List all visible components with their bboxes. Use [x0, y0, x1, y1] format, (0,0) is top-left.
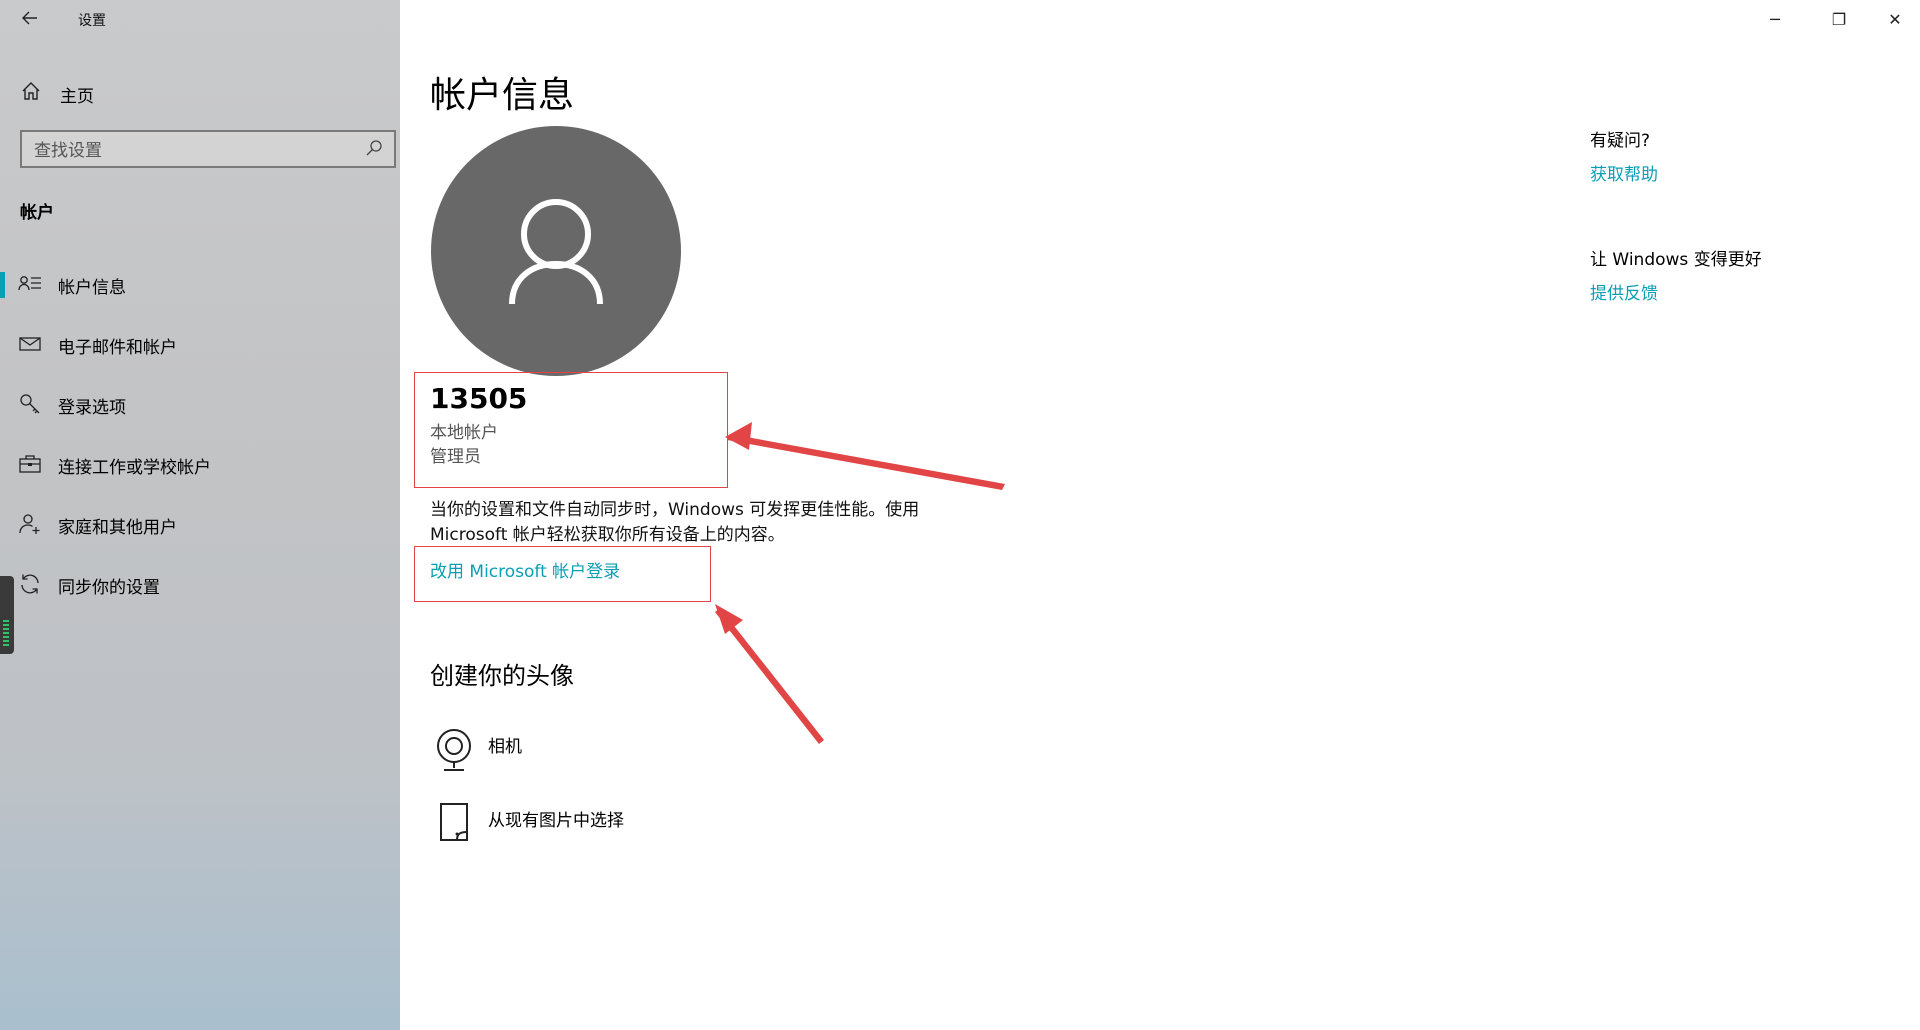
sidebar-home-label: 主页	[60, 87, 94, 107]
annotation-arrow-upper	[727, 434, 1005, 490]
sidebar-item-email[interactable]: 电子邮件和帐户	[0, 322, 400, 366]
sidebar-item-label: 登录选项	[58, 398, 126, 418]
sidebar-item-home[interactable]: 主页	[0, 72, 400, 112]
search-box[interactable]	[20, 130, 396, 168]
sidebar-item-account-info[interactable]: 帐户信息	[0, 262, 400, 306]
account-info-icon	[18, 272, 42, 296]
sidebar-item-work-school[interactable]: 连接工作或学校帐户	[0, 442, 400, 486]
side-widget-handle[interactable]	[0, 576, 14, 654]
home-icon	[20, 80, 44, 104]
search-input[interactable]	[32, 138, 356, 164]
mail-icon	[18, 332, 42, 356]
search-icon[interactable]	[364, 138, 386, 160]
sidebar: 设置 主页 帐户 帐户信息 电子邮件和帐户 登录选项 连接工作	[0, 0, 400, 1030]
level-bars	[3, 620, 9, 646]
sidebar-item-family[interactable]: 家庭和其他用户	[0, 502, 400, 546]
sidebar-item-label: 帐户信息	[58, 278, 126, 298]
sidebar-item-sync[interactable]: 同步你的设置	[0, 562, 400, 606]
back-arrow-icon[interactable]	[18, 8, 42, 32]
key-icon	[18, 392, 42, 416]
app-title: 设置	[78, 13, 106, 29]
main-content: ─ ❐ ✕ 帐户信息 13505 本地帐户 管理员 当你的设置和文件自动同步时，…	[400, 0, 1920, 1030]
sidebar-item-label: 连接工作或学校帐户	[58, 458, 211, 478]
sidebar-item-signin-options[interactable]: 登录选项	[0, 382, 400, 426]
sidebar-section-title: 帐户	[20, 203, 54, 223]
sidebar-item-label: 电子邮件和帐户	[58, 338, 177, 358]
briefcase-icon	[18, 452, 42, 476]
sidebar-item-label: 家庭和其他用户	[58, 518, 177, 538]
annotation-arrowhead-lower	[715, 604, 743, 634]
annotation-arrowhead-upper	[725, 422, 752, 450]
annotation-arrows	[715, 422, 1005, 744]
sidebar-item-label: 同步你的设置	[58, 578, 160, 598]
add-person-icon	[18, 512, 42, 536]
sync-icon	[18, 572, 42, 596]
